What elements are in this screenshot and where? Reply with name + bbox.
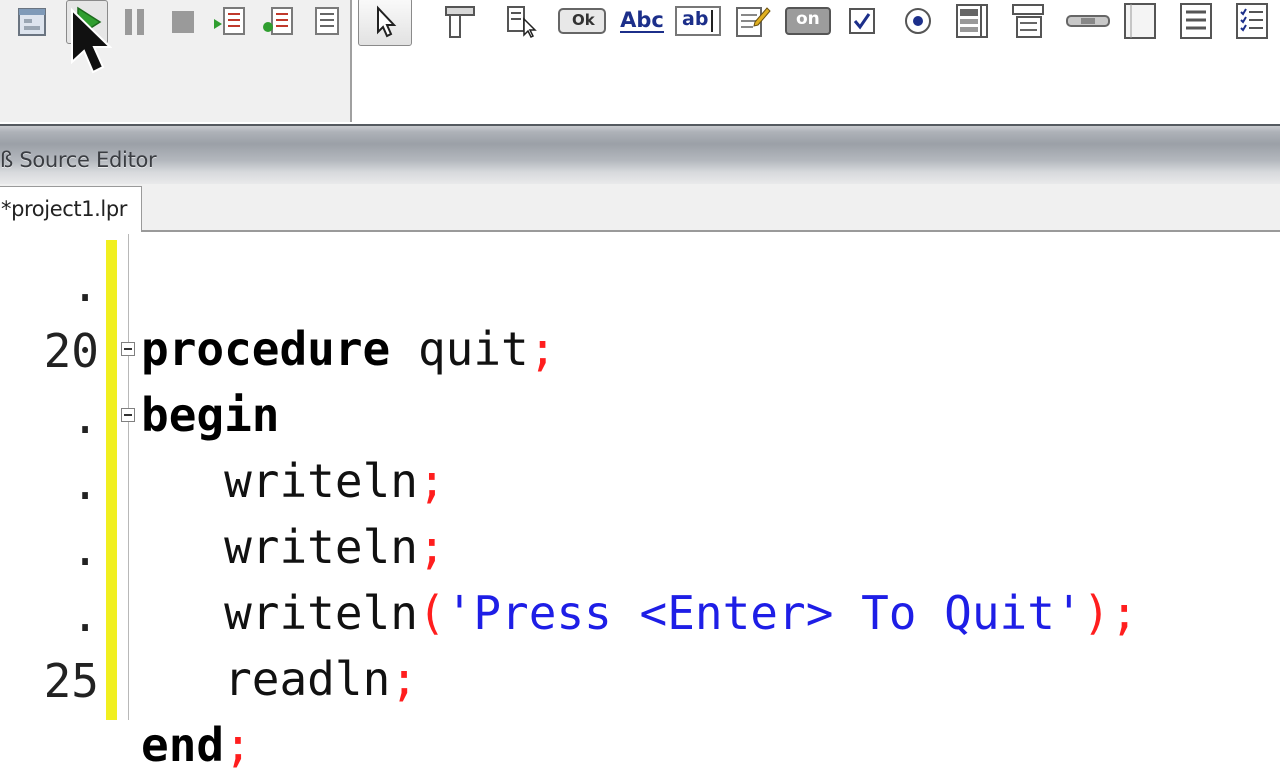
step-into-button[interactable]	[210, 0, 250, 42]
new-form-button[interactable]	[12, 0, 52, 42]
modified-lines-marker	[106, 240, 117, 720]
toolbar-area: Ok Abc ab on	[0, 0, 1280, 124]
source-editor-title-prefix: ß	[0, 148, 13, 172]
new-form-icon	[18, 8, 46, 36]
checkgroup-component[interactable]	[1232, 0, 1272, 42]
select-pointer-button[interactable]	[358, 0, 412, 46]
radiogroup-icon	[1180, 3, 1212, 39]
code-token: end	[141, 718, 225, 772]
radiogroup-component[interactable]	[1176, 0, 1216, 42]
code-line[interactable]: writeln;	[141, 524, 446, 570]
code-token: ;	[417, 454, 446, 508]
line-number: 25	[43, 654, 99, 708]
code-token: writeln	[224, 520, 418, 574]
code-line[interactable]: procedure quit;	[141, 326, 556, 372]
scrollbar-icon	[1066, 15, 1110, 27]
step-into-icon	[214, 7, 245, 35]
listbox-icon	[956, 4, 988, 38]
code-token: ;	[224, 718, 252, 772]
step-over-icon	[263, 7, 293, 35]
tab-project1-lpr[interactable]: *project1.lpr	[0, 186, 142, 232]
checkgroup-icon	[1236, 3, 1268, 39]
source-editor-title-text: Source Editor	[19, 148, 157, 172]
toggle-icon-text: on	[796, 9, 820, 29]
main-menu-component[interactable]	[440, 0, 480, 42]
code-line[interactable]: end;	[141, 722, 252, 768]
line-number: .	[71, 588, 99, 642]
combobox-component[interactable]	[1008, 0, 1048, 42]
code-token: begin	[141, 388, 280, 442]
radio-button-component[interactable]	[898, 0, 938, 42]
fold-toggle-icon[interactable]	[121, 408, 135, 422]
line-number: .	[71, 390, 99, 444]
code-line[interactable]: readln;	[141, 656, 418, 702]
ok-button-icon-text: Ok	[572, 11, 595, 29]
edit-component[interactable]: ab	[674, 0, 724, 42]
run-to-cursor-button[interactable]	[306, 0, 346, 42]
main-menu-icon	[445, 6, 475, 38]
popup-menu-component[interactable]	[502, 0, 542, 42]
line-number: .	[71, 258, 99, 312]
radio-button-icon	[905, 8, 931, 34]
source-editor-titlebar[interactable]: ß Source Editor	[0, 124, 1280, 184]
tab-modified-marker: *	[1, 197, 12, 221]
checkbox-icon	[849, 8, 875, 34]
fold-toggle-icon[interactable]	[121, 342, 135, 356]
code-line[interactable]: writeln('Press <Enter> To Quit');	[141, 590, 1138, 636]
memo-component[interactable]	[732, 0, 772, 42]
code-token: )	[1082, 586, 1111, 640]
code-line[interactable]: begin	[141, 392, 279, 438]
groupbox-component[interactable]	[1120, 0, 1160, 42]
code-editor[interactable]: . 20 procedure quit;. begin. writeln;. writ…	[0, 234, 1280, 768]
tab-filename: project1.lpr	[11, 197, 128, 221]
code-line[interactable]: writeln;	[141, 458, 446, 504]
listbox-component[interactable]	[952, 0, 992, 42]
groupbox-icon	[1124, 3, 1156, 39]
line-number: .	[71, 456, 99, 510]
button-component[interactable]: Ok	[556, 0, 608, 42]
stop-icon	[172, 11, 194, 33]
mouse-cursor-icon	[71, 7, 112, 74]
run-to-cursor-icon	[315, 7, 339, 35]
code-token: writeln	[224, 586, 418, 640]
component-palette: Ok Abc ab on	[352, 0, 1280, 122]
scrollbar-component[interactable]	[1064, 0, 1112, 42]
code-token: ;	[417, 520, 446, 574]
code-token: readln	[224, 652, 391, 706]
step-over-button[interactable]	[258, 0, 298, 42]
arrow-pointer-icon	[377, 5, 397, 38]
line-number: .	[71, 522, 99, 576]
pause-button[interactable]	[114, 0, 154, 42]
memo-icon	[736, 7, 771, 37]
code-token: (	[417, 586, 446, 640]
line-number: 20	[43, 324, 99, 378]
debug-toolbar	[0, 0, 352, 122]
code-token: procedure	[141, 322, 391, 376]
edit-icon-text: ab	[682, 8, 709, 30]
checkbox-component[interactable]	[842, 0, 882, 42]
source-editor-title: ß Source Editor	[0, 148, 157, 172]
tab-label: *project1.lpr	[1, 197, 127, 221]
combobox-icon	[1012, 4, 1044, 38]
code-token: ;	[528, 322, 557, 376]
code-token: ;	[1110, 586, 1139, 640]
code-token: quit	[390, 322, 529, 376]
label-icon-text: Abc	[620, 7, 664, 33]
code-token: ;	[390, 652, 418, 706]
code-fold-line	[128, 234, 129, 720]
code-token: 'Press <Enter> To Quit'	[445, 586, 1083, 640]
editor-tab-bar: *project1.lpr	[0, 184, 1280, 232]
toggle-box-component[interactable]: on	[784, 0, 834, 42]
popup-menu-icon	[507, 6, 537, 39]
code-token: writeln	[224, 454, 418, 508]
label-component[interactable]: Abc	[616, 0, 668, 42]
stop-button[interactable]	[162, 0, 202, 42]
pause-icon	[125, 9, 144, 35]
